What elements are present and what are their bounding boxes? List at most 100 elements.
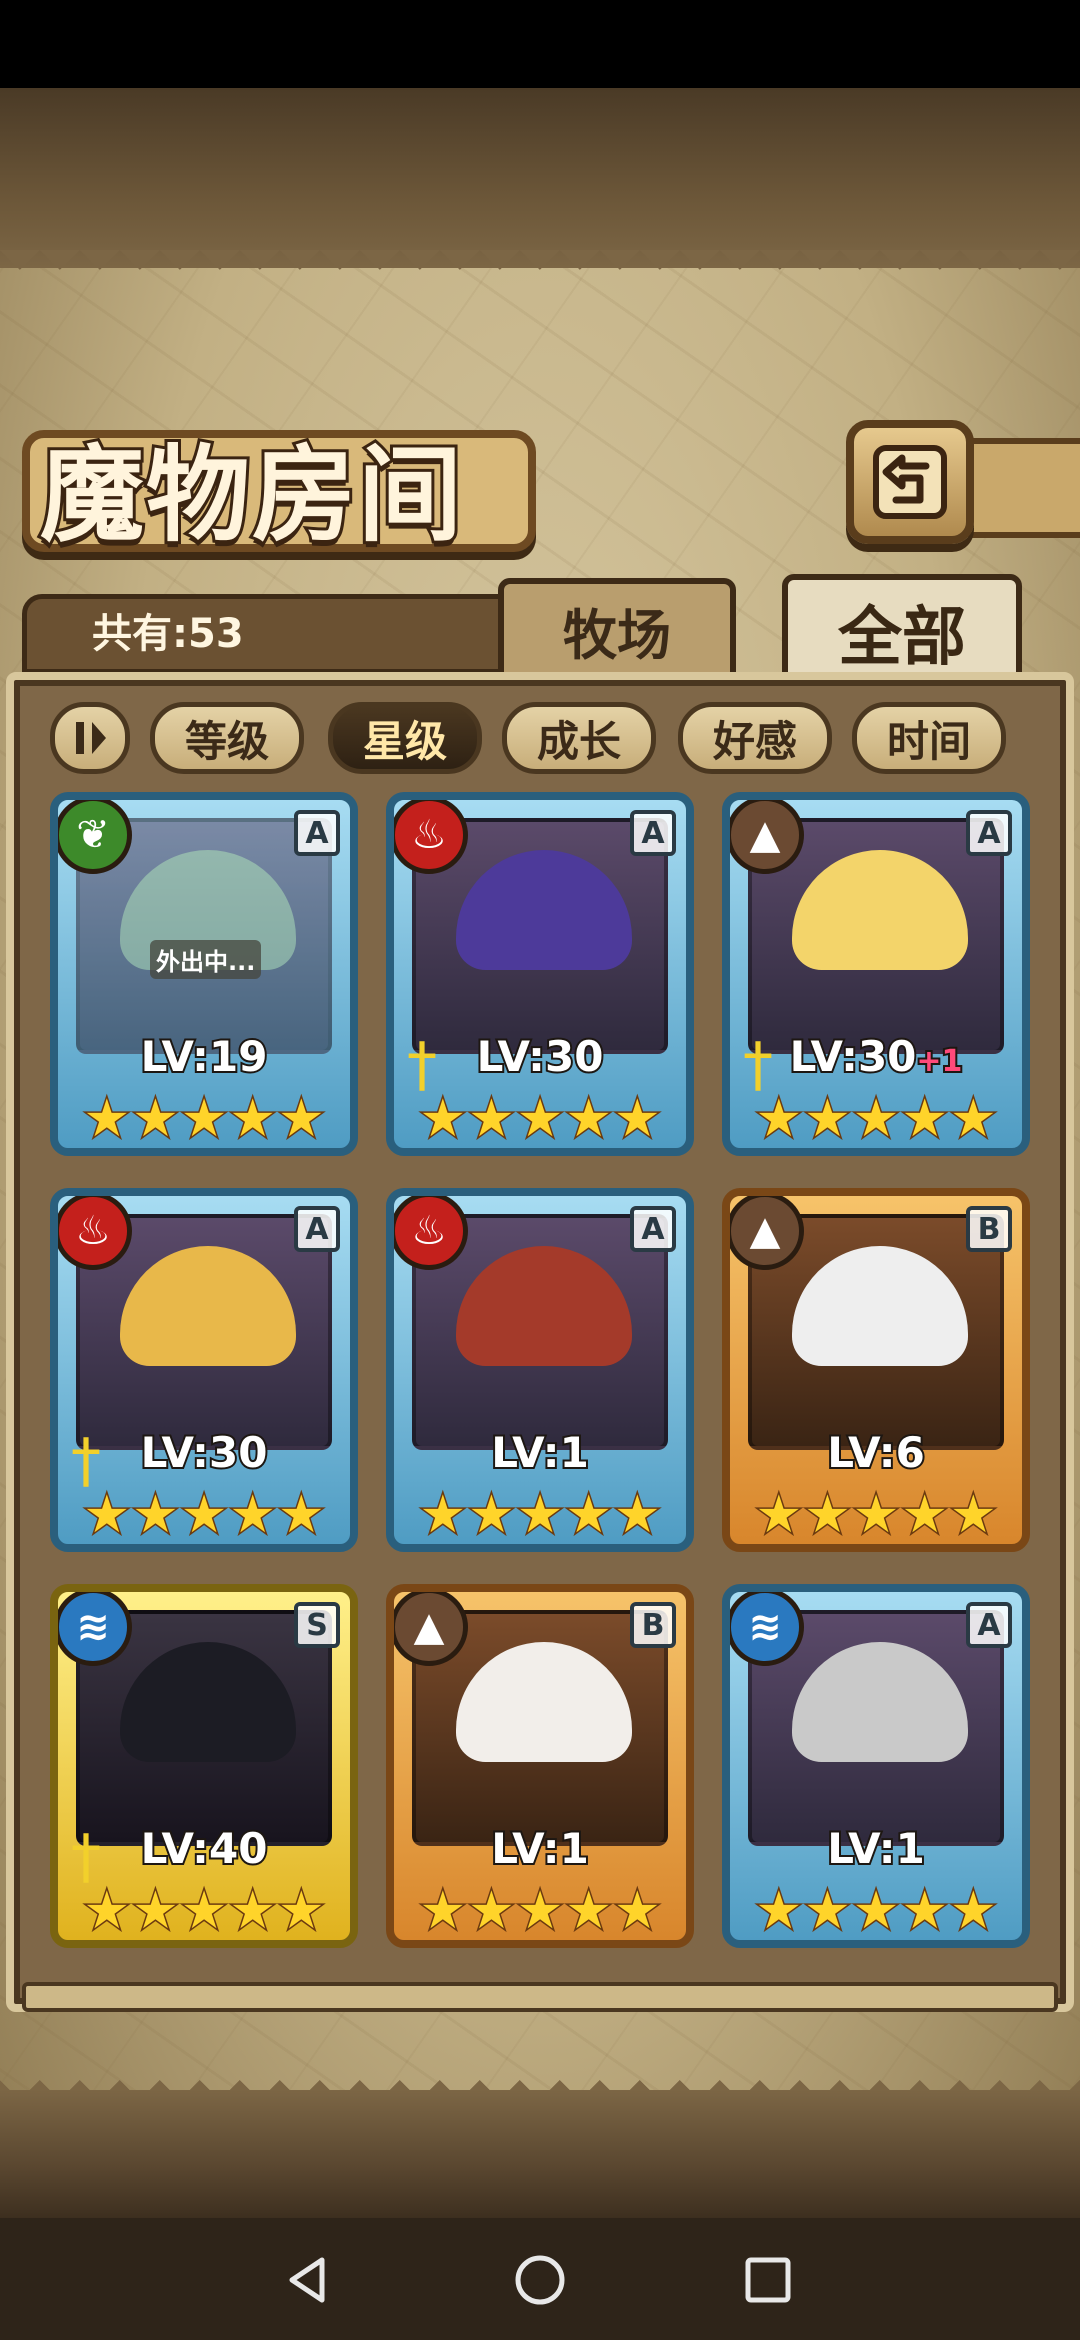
triangle-back-icon (289, 2257, 325, 2303)
rank-badge: B (630, 1602, 676, 1648)
status-bar (0, 0, 1080, 88)
star-icon: ★ (82, 1881, 132, 1941)
monster-level: LV:40 (58, 1822, 350, 1875)
star-icon: ★ (851, 1089, 901, 1149)
star-rating: ★ ★ ★ ★ ★ (78, 1090, 330, 1148)
monster-level: LV:19 (58, 1030, 350, 1083)
sort-order-toggle-button[interactable] (50, 702, 130, 774)
top-zigzag-edge (0, 250, 1080, 290)
monster-level: LV:30+1 (730, 1030, 1022, 1083)
earth-icon: ▲ (394, 1592, 468, 1666)
nav-home-button[interactable] (500, 2240, 580, 2320)
star-icon: ★ (851, 1485, 901, 1545)
star-icon: ★ (803, 1089, 853, 1149)
page-title: 魔物房间 (37, 430, 465, 559)
star-icon: ★ (564, 1881, 614, 1941)
monster-card[interactable]: ♨ A † LV:30 ★ ★ ★ ★ ★ (50, 1188, 358, 1552)
monster-hair (456, 850, 632, 970)
circle-home-icon (515, 2255, 565, 2305)
star-rating: ★ ★ ★ ★ ★ (414, 1486, 666, 1544)
nav-recents-button[interactable] (728, 2240, 808, 2320)
star-icon: ★ (612, 1089, 662, 1149)
monster-card[interactable]: ▲ A † LV:30+1 ★ ★ ★ ★ ★ (722, 792, 1030, 1156)
star-rating: ★ ★ ★ ★ ★ (78, 1486, 330, 1544)
monster-card[interactable]: 外出中... ❦ A LV:19 ★ ★ ★ ★ ★ (50, 792, 358, 1156)
star-rating: ★ ★ ★ ★ ★ (78, 1882, 330, 1940)
star-icon: ★ (754, 1089, 804, 1149)
fire-icon: ♨ (394, 800, 468, 874)
star-icon: ★ (564, 1485, 614, 1545)
sort-growth-button[interactable]: 成长 (502, 702, 656, 774)
monster-hair (456, 1642, 632, 1762)
star-icon: ★ (228, 1881, 278, 1941)
star-icon: ★ (900, 1485, 950, 1545)
level-value: LV:30 (139, 1426, 270, 1479)
star-rating: ★ ★ ★ ★ ★ (414, 1882, 666, 1940)
water-icon: ≋ (58, 1592, 132, 1666)
star-icon: ★ (803, 1881, 853, 1941)
rank-badge: A (630, 1206, 676, 1252)
star-icon: ★ (418, 1089, 468, 1149)
star-icon: ★ (131, 1881, 181, 1941)
monster-card[interactable]: ▲ B LV:1 ★ ★ ★ ★ ★ (386, 1584, 694, 1948)
level-value: LV:6 (825, 1426, 927, 1479)
back-button[interactable] (846, 420, 974, 544)
rank-badge: S (294, 1602, 340, 1648)
level-value: LV:19 (139, 1030, 270, 1083)
monster-count: 共有:53 (92, 611, 244, 657)
rank-badge: A (294, 810, 340, 856)
star-icon: ★ (228, 1089, 278, 1149)
star-icon: ★ (948, 1485, 998, 1545)
monster-card[interactable]: ▲ B LV:6 ★ ★ ★ ★ ★ (722, 1188, 1030, 1552)
star-icon: ★ (515, 1485, 565, 1545)
water-icon: ≋ (730, 1592, 804, 1666)
star-icon: ★ (276, 1089, 326, 1149)
monster-hair (792, 1246, 968, 1366)
star-icon: ★ (131, 1089, 181, 1149)
earth-icon: ▲ (730, 800, 804, 874)
monster-hair (792, 850, 968, 970)
monster-card[interactable]: ≋ S † LV:40 ★ ★ ★ ★ ★ (50, 1584, 358, 1948)
leaf-icon: ❦ (58, 800, 132, 874)
back-button-rail (968, 438, 1080, 538)
monster-card[interactable]: ♨ A LV:1 ★ ★ ★ ★ ★ (386, 1188, 694, 1552)
monster-card[interactable]: ♨ A † LV:30 ★ ★ ★ ★ ★ (386, 792, 694, 1156)
monster-hair (120, 1246, 296, 1366)
star-rating: ★ ★ ★ ★ ★ (750, 1486, 1002, 1544)
rank-badge: A (294, 1206, 340, 1252)
star-icon: ★ (179, 1881, 229, 1941)
star-icon: ★ (228, 1485, 278, 1545)
star-icon: ★ (82, 1089, 132, 1149)
rank-badge: B (966, 1206, 1012, 1252)
star-icon: ★ (276, 1881, 326, 1941)
star-icon: ★ (948, 1881, 998, 1941)
monster-level: LV:1 (730, 1822, 1022, 1875)
star-icon: ★ (900, 1089, 950, 1149)
star-icon: ★ (851, 1881, 901, 1941)
sort-affection-button[interactable]: 好感 (678, 702, 832, 774)
nav-back-button[interactable] (268, 2240, 348, 2320)
star-icon: ★ (612, 1881, 662, 1941)
level-value: LV:1 (489, 1822, 591, 1875)
star-icon: ★ (467, 1485, 517, 1545)
tab-ranch[interactable]: 牧场 (498, 578, 736, 682)
star-rating: ★ ★ ★ ★ ★ (414, 1090, 666, 1148)
level-value: LV:30 (788, 1030, 919, 1083)
star-icon: ★ (418, 1485, 468, 1545)
star-icon: ★ (179, 1485, 229, 1545)
star-icon: ★ (754, 1485, 804, 1545)
star-icon: ★ (467, 1089, 517, 1149)
star-icon: ★ (612, 1485, 662, 1545)
star-icon: ★ (515, 1881, 565, 1941)
monster-hair (120, 1642, 296, 1762)
level-value: LV:30 (475, 1030, 606, 1083)
sort-time-button[interactable]: 时间 (852, 702, 1006, 774)
monster-card[interactable]: ≋ A LV:1 ★ ★ ★ ★ ★ (722, 1584, 1030, 1948)
sort-level-button[interactable]: 等级 (150, 702, 304, 774)
star-rating: ★ ★ ★ ★ ★ (750, 1882, 1002, 1940)
top-decor-band (0, 88, 1080, 268)
sort-stars-button[interactable]: 星级 (328, 702, 482, 774)
rank-badge: A (966, 810, 1012, 856)
monster-level: LV:30 (394, 1030, 686, 1083)
level-value: LV:1 (825, 1822, 927, 1875)
